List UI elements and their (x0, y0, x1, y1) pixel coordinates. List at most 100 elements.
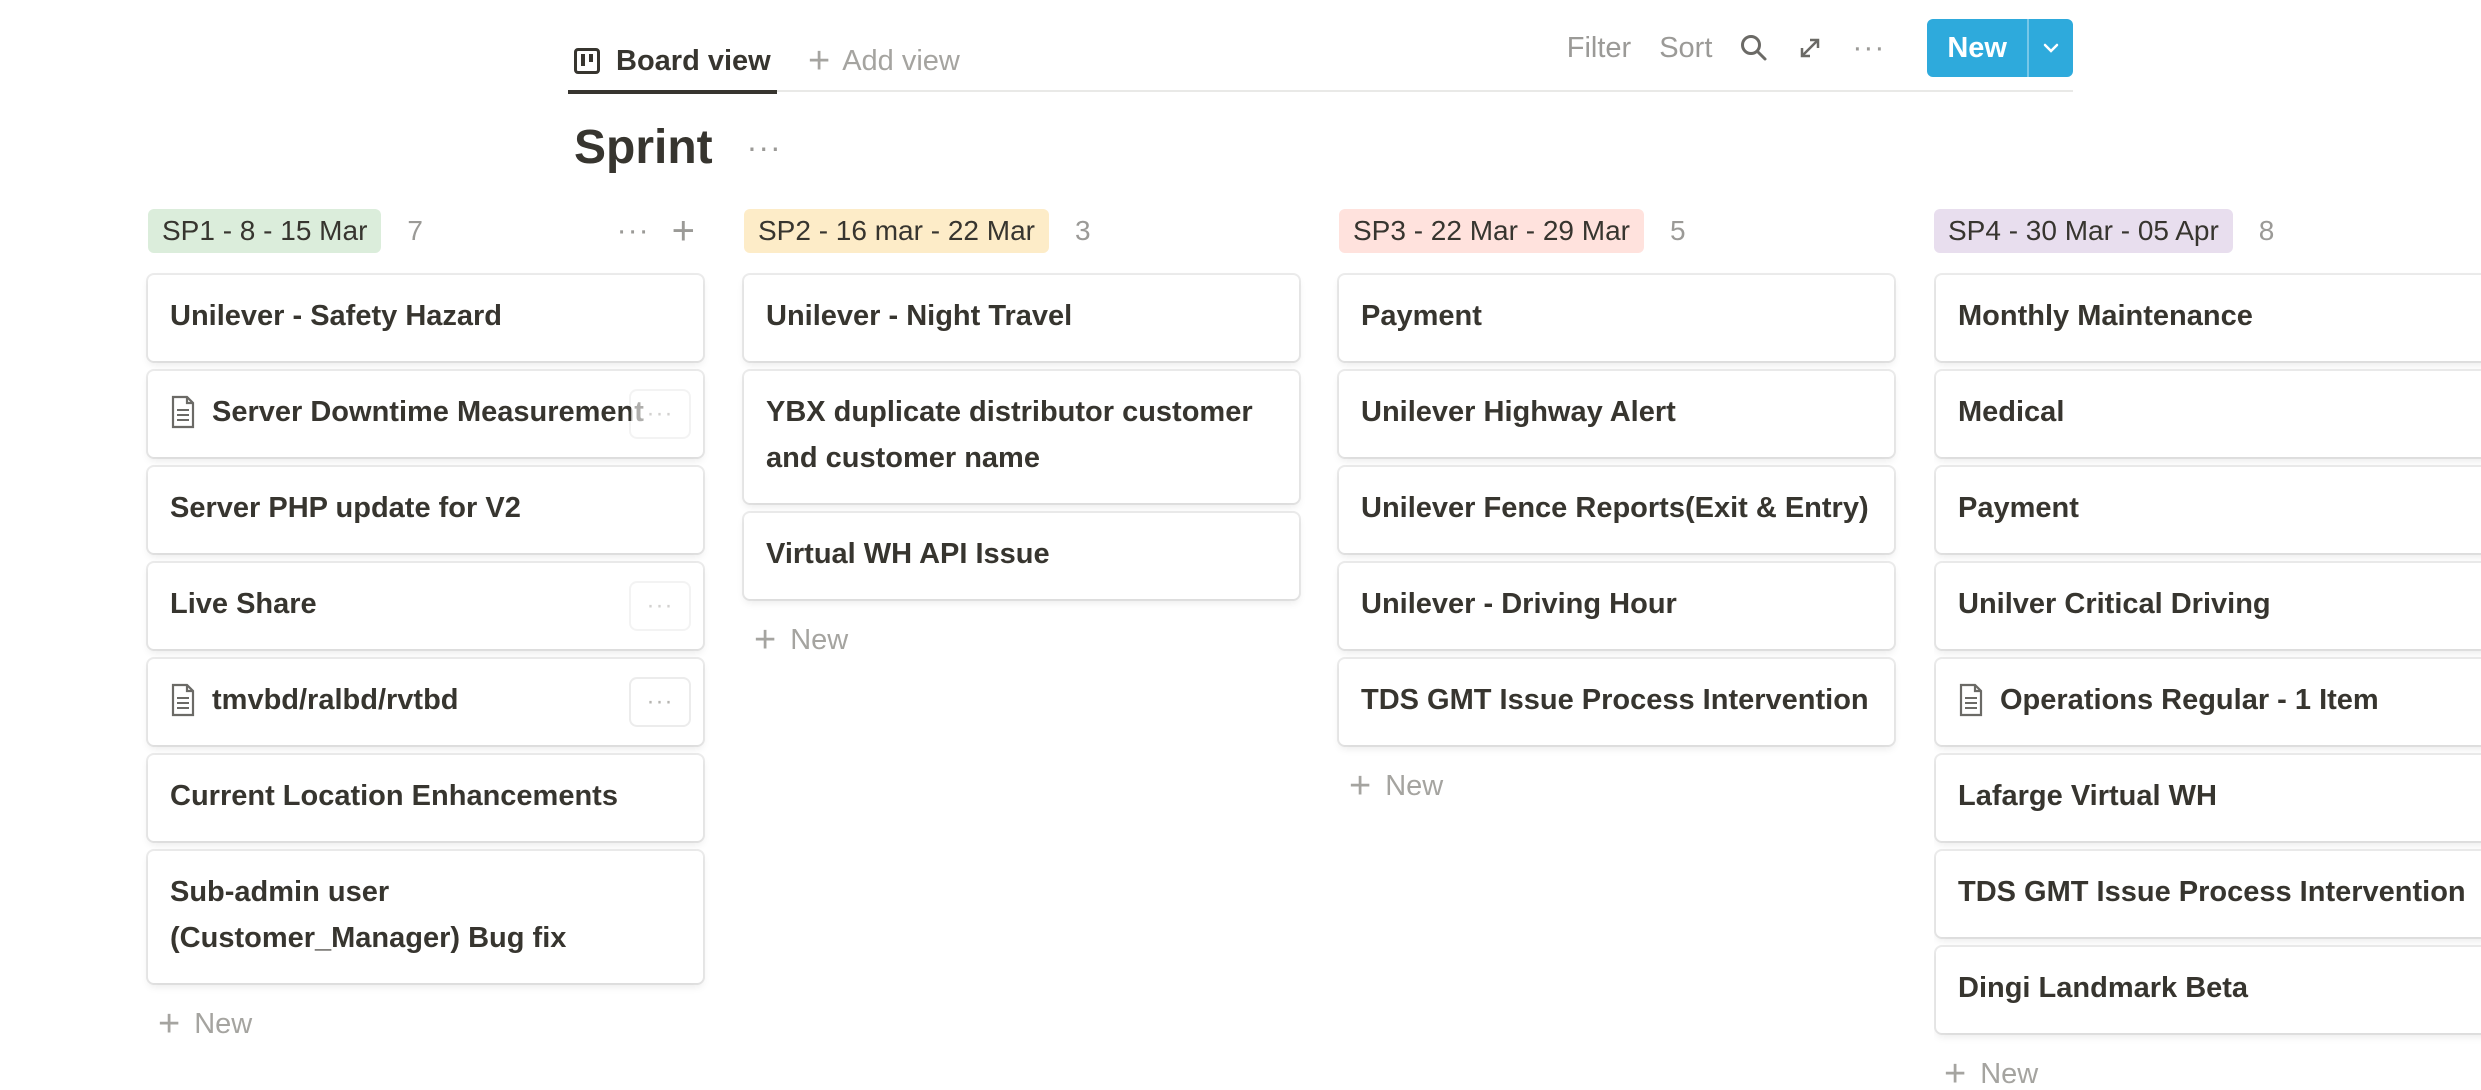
card-title: Live Share (170, 588, 317, 620)
plus-icon: + (754, 619, 777, 661)
document-icon (171, 683, 195, 717)
card-title: Lafarge Virtual WH (1958, 780, 2217, 812)
column-new-button[interactable]: + New (1339, 761, 1894, 811)
column-new-button[interactable]: + New (148, 999, 703, 1049)
card-title: TDS GMT Issue Process Intervention (1361, 684, 1869, 716)
card[interactable]: Unilver Critical Driving (1936, 563, 2481, 649)
card[interactable]: Virtual WH API Issue (744, 513, 1299, 599)
card[interactable]: YBX duplicate distributor customer and c… (744, 371, 1299, 503)
expand-icon (1801, 38, 1820, 58)
column-header: SP2 - 16 mar - 22 Mar 3 (744, 207, 1299, 255)
column-count: 5 (1669, 215, 1686, 246)
expand-button[interactable] (1788, 26, 1832, 70)
document-icon (1959, 683, 1983, 717)
card[interactable]: Lafarge Virtual WH (1936, 755, 2481, 841)
column-new-label: New (1980, 1057, 2039, 1090)
card[interactable]: Unilever Highway Alert (1339, 371, 1894, 457)
new-button-label: New (1947, 31, 2007, 64)
card-title: Sub-admin user (Customer_Manager) Bug fi… (170, 876, 567, 954)
add-view-button[interactable]: + Add view (808, 30, 960, 92)
card[interactable]: Current Location Enhancements (148, 755, 703, 841)
card-title: Unilever - Driving Hour (1361, 588, 1677, 620)
card[interactable]: Unilever Fence Reports(Exit & Entry) (1339, 467, 1894, 553)
card[interactable]: Operations Regular - 1 Item (1936, 659, 2481, 745)
toolbar: Filter Sort ··· New (1553, 18, 2073, 78)
card-title: Unilever Highway Alert (1361, 396, 1676, 428)
card-title: Unilever - Night Travel (766, 300, 1073, 332)
plus-icon: + (1349, 765, 1372, 807)
card-title: YBX duplicate distributor customer and c… (766, 396, 1253, 474)
column-tag[interactable]: SP2 - 16 mar - 22 Mar (744, 209, 1049, 253)
page-title[interactable]: Sprint (574, 120, 713, 175)
document-icon (171, 395, 195, 429)
column-count: 7 (407, 215, 423, 246)
tab-board-view[interactable]: Board view (568, 30, 777, 94)
search-icon (1741, 35, 1767, 61)
board-column-sp3: SP3 - 22 Mar - 29 Mar 5 Payment Unilever… (1339, 207, 1894, 811)
column-add-button[interactable]: + (672, 211, 695, 251)
plus-icon: + (1944, 1053, 1967, 1090)
title-row: Sprint ··· (574, 112, 782, 182)
board-column-sp2: SP2 - 16 mar - 22 Mar 3 Unilever - Night… (744, 207, 1299, 665)
column-tag[interactable]: SP1 - 8 - 15 Mar (148, 209, 382, 253)
board-view-icon (574, 48, 600, 74)
card-more-button[interactable]: ··· (631, 679, 689, 725)
card-title: Server Downtime Measurement (212, 396, 644, 428)
more-options-button[interactable]: ··· (1838, 31, 1899, 65)
card[interactable]: Live Share ··· (148, 563, 703, 649)
column-new-label: New (194, 1007, 253, 1040)
filter-button[interactable]: Filter (1553, 32, 1645, 65)
card[interactable]: Unilever - Night Travel (744, 275, 1299, 361)
title-more-button[interactable]: ··· (747, 129, 782, 166)
card-more-button[interactable]: ··· (631, 391, 689, 437)
card[interactable]: TDS GMT Issue Process Intervention (1339, 659, 1894, 745)
board-column-sp4: SP4 - 30 Mar - 05 Apr 8 Monthly Maintena… (1934, 207, 2481, 1090)
column-new-button[interactable]: + New (1934, 1049, 2481, 1090)
card[interactable]: TDS GMT Issue Process Intervention (1936, 851, 2481, 937)
card[interactable]: tmvbd/ralbd/rvtbd ··· (148, 659, 703, 745)
tab-board-view-label: Board view (616, 44, 771, 77)
card-title: TDS GMT Issue Process Intervention (1958, 876, 2466, 908)
card-title: Virtual WH API Issue (766, 538, 1050, 570)
card[interactable]: Medical (1936, 371, 2481, 457)
add-view-label: Add view (842, 44, 960, 77)
column-header: SP4 - 30 Mar - 05 Apr 8 (1934, 207, 2481, 255)
card-title: Unilever - Safety Hazard (170, 300, 503, 332)
card[interactable]: Server PHP update for V2 (148, 467, 703, 553)
column-actions: ··· + (617, 207, 695, 255)
plus-icon: + (808, 40, 831, 82)
card-title: Current Location Enhancements (170, 780, 618, 812)
view-bar: Board view + Add view Filter Sort ··· Ne… (568, 18, 2073, 94)
search-button[interactable] (1732, 26, 1776, 70)
card[interactable]: Payment (1339, 275, 1894, 361)
column-new-label: New (1385, 769, 1444, 802)
column-header: SP1 - 8 - 15 Mar 7 ··· + (148, 207, 703, 255)
sort-button[interactable]: Sort (1645, 32, 1726, 65)
card[interactable]: Server Downtime Measurement ··· (148, 371, 703, 457)
new-dropdown-button[interactable] (2027, 19, 2073, 77)
card[interactable]: Dingi Landmark Beta (1936, 947, 2481, 1033)
card-title: Payment (1958, 492, 2079, 524)
card-title: Unilever Fence Reports(Exit & Entry) (1361, 492, 1869, 524)
card[interactable]: Unilever - Driving Hour (1339, 563, 1894, 649)
column-more-button[interactable]: ··· (617, 214, 650, 248)
column-new-label: New (790, 623, 849, 656)
card-more-button[interactable]: ··· (631, 583, 689, 629)
card[interactable]: Unilever - Safety Hazard (148, 275, 703, 361)
card-title: Unilver Critical Driving (1958, 588, 2271, 620)
column-tag[interactable]: SP3 - 22 Mar - 29 Mar (1339, 209, 1644, 253)
column-tag[interactable]: SP4 - 30 Mar - 05 Apr (1934, 209, 2233, 253)
card-title: Dingi Landmark Beta (1958, 972, 2249, 1004)
new-button[interactable]: New (1927, 19, 2073, 77)
card[interactable]: Monthly Maintenance (1936, 275, 2481, 361)
column-count: 8 (2258, 215, 2275, 246)
card[interactable]: Sub-admin user (Customer_Manager) Bug fi… (148, 851, 703, 983)
card-list: Unilever - Night Travel YBX duplicate di… (744, 275, 1299, 599)
plus-icon: + (158, 1003, 181, 1045)
card-title: Operations Regular - 1 Item (2000, 684, 2379, 716)
card[interactable]: Payment (1936, 467, 2481, 553)
board-column-sp1: SP1 - 8 - 15 Mar 7 ··· + Unilever - Safe… (148, 207, 703, 1049)
card-title: Monthly Maintenance (1958, 300, 2253, 332)
column-count: 3 (1074, 215, 1091, 246)
column-new-button[interactable]: + New (744, 615, 1299, 665)
